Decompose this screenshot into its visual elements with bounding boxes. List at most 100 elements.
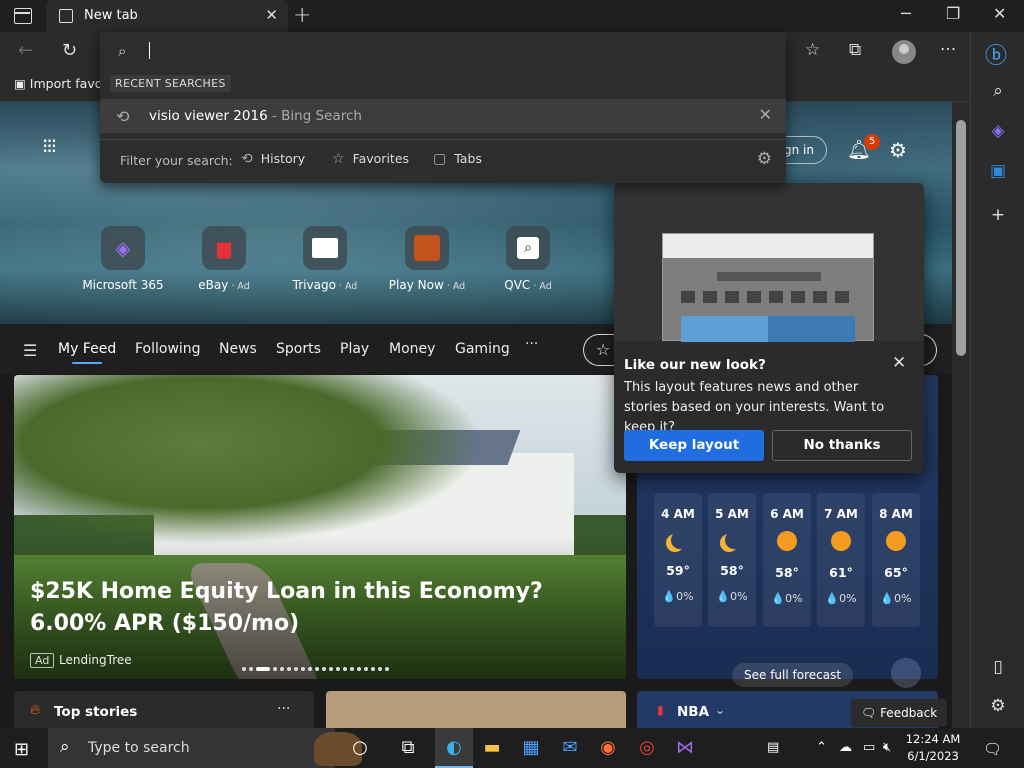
clock-time: 12:24 AM — [905, 732, 961, 746]
collections-icon[interactable]: ⧉ — [849, 40, 861, 60]
quick-link-label: Trivago · Ad — [292, 278, 358, 292]
quick-link-qvc[interactable]: ⌕ QVC · Ad — [485, 226, 571, 292]
search-settings-gear-icon[interactable]: ⚙ — [757, 149, 772, 169]
popup-title: Like our new look? — [624, 357, 766, 373]
feed-tab-sports[interactable]: Sports — [276, 341, 321, 357]
history-icon: ⟲ — [116, 107, 130, 126]
ad-badge: Ad — [30, 653, 55, 668]
search-icon: ⌕ — [118, 42, 127, 60]
suggestion-query: visio viewer 2016 — [149, 108, 268, 124]
feedback-button[interactable]: 🗨︎ Feedback — [851, 699, 948, 727]
keep-layout-button[interactable]: Keep layout — [624, 430, 764, 461]
import-favorites-link[interactable]: ▣ Import favorites — [14, 76, 100, 91]
star-icon: ☆ — [596, 340, 611, 359]
hero-ad-card[interactable]: $25K Home Equity Loan in this Economy? 6… — [14, 375, 626, 679]
feed-tab-money[interactable]: Money — [389, 341, 435, 357]
apps-launcher-icon[interactable]: ⁝⁝⁝ — [42, 136, 57, 156]
store-icon[interactable]: ▦ — [512, 728, 550, 768]
filter-history[interactable]: ⟲ History — [241, 151, 305, 167]
chrome-icon[interactable]: ◎ — [628, 728, 666, 768]
task-view-icon[interactable]: ⧉ — [389, 728, 427, 768]
feedback-label: Feedback — [880, 706, 938, 720]
filter-favorites[interactable]: ☆ Favorites — [332, 151, 409, 167]
history-icon: ⟲ — [241, 151, 253, 167]
windows-taskbar: ⊞ ⌕ Type to search ○ ⧉ ◐ ▬ ▦ ✉ ◉ ◎ ⋈ ▤ ⌃… — [0, 728, 1024, 768]
system-clock[interactable]: 12:24 AM 6/1/2023 — [902, 731, 964, 765]
quick-link-microsoft365[interactable]: ◈ Microsoft 365 — [80, 226, 166, 292]
taskbar-search-box[interactable]: ⌕ Type to search — [48, 728, 362, 768]
tabs-icon: ▢ — [433, 151, 447, 167]
volume-muted-icon[interactable]: 🔇︎ — [883, 740, 891, 755]
restore-button[interactable]: ❐ — [946, 4, 960, 23]
scrollbar-thumb[interactable] — [956, 120, 966, 356]
cortana-icon[interactable]: ○ — [341, 728, 379, 768]
filter-tabs[interactable]: ▢ Tabs — [433, 151, 482, 167]
edge-taskbar-icon[interactable]: ◐ — [435, 728, 473, 768]
feed-tab-following[interactable]: Following — [135, 341, 201, 357]
close-tab-icon[interactable]: ✕ — [265, 6, 278, 24]
onedrive-cloud-icon[interactable]: ☁ — [839, 740, 852, 755]
close-window-button[interactable]: ✕ — [993, 4, 1006, 23]
filter-favorites-label: Favorites — [352, 151, 410, 166]
remove-suggestion-icon[interactable]: ✕ — [759, 105, 772, 124]
firefox-icon[interactable]: ◉ — [589, 728, 627, 768]
network-icon[interactable]: ▭ — [863, 740, 875, 755]
weather-hour: 4 AM 59° 💧0% — [654, 493, 702, 627]
news-widget-icon[interactable]: ▤ — [767, 740, 779, 755]
quick-link-play-now[interactable]: Play Now · Ad — [384, 226, 470, 292]
favorites-icon[interactable]: ☆ — [805, 40, 820, 60]
refresh-button[interactable]: ↻ — [62, 40, 77, 61]
mail-icon[interactable]: ✉ — [551, 728, 589, 768]
outlook-icon[interactable]: ▣ — [988, 161, 1008, 181]
photo-tree — [14, 375, 484, 545]
sidebar-search-icon[interactable]: ⌕ — [988, 81, 1008, 101]
carousel-dots[interactable] — [242, 658, 392, 671]
nba-label: NBA — [677, 704, 710, 720]
scrollbar[interactable] — [952, 102, 970, 728]
quick-link-label: Microsoft 365 — [82, 278, 164, 292]
address-input-caret[interactable] — [149, 42, 150, 59]
notification-center-icon[interactable]: 🗨︎ — [983, 740, 1002, 758]
show-hidden-icons-chevron-icon[interactable]: ⌃ — [816, 740, 827, 755]
feed-tab-gaming[interactable]: Gaming — [455, 341, 510, 357]
new-tab-button[interactable]: + — [293, 3, 311, 28]
moon-icon — [725, 531, 743, 549]
add-app-icon[interactable]: + — [988, 205, 1008, 225]
hide-sidebar-icon[interactable]: ▯ — [988, 657, 1008, 677]
weather-hour: 6 AM 58° 💧0% — [763, 493, 811, 627]
story-image[interactable] — [326, 691, 626, 728]
weather-hour: 8 AM 65° 💧0% — [872, 493, 920, 627]
back-button[interactable]: ← — [18, 40, 33, 61]
hamburger-menu-icon[interactable]: ☰ — [23, 341, 37, 360]
tab-new-tab[interactable]: New tab ✕ — [46, 0, 288, 32]
star-icon: ☆ — [332, 151, 345, 167]
file-explorer-icon[interactable]: ▬ — [473, 728, 511, 768]
profile-avatar[interactable] — [892, 40, 916, 64]
suggestion-text: visio viewer 2016 - Bing Search — [149, 108, 362, 124]
flame-icon: 🔥︎ — [30, 702, 41, 718]
bing-chat-icon[interactable]: ⓑ — [985, 38, 1007, 70]
feed-tab-play[interactable]: Play — [340, 341, 369, 357]
page-settings-gear-icon[interactable]: ⚙ — [889, 138, 907, 162]
tab-actions-icon[interactable] — [14, 8, 32, 24]
visual-studio-icon[interactable]: ⋈ — [666, 728, 704, 768]
microsoft365-icon[interactable]: ◈ — [988, 121, 1008, 141]
minimize-button[interactable]: ─ — [901, 4, 911, 23]
suggestion-row[interactable]: ⟲ visio viewer 2016 - Bing Search ✕ — [100, 99, 786, 133]
more-options-icon[interactable]: ··· — [277, 701, 290, 717]
no-thanks-button[interactable]: No thanks — [772, 430, 912, 461]
quick-link-ebay[interactable]: ▆ eBay · Ad — [181, 226, 267, 292]
close-popup-icon[interactable]: ✕ — [892, 353, 906, 373]
more-menu-icon[interactable]: ··· — [940, 40, 956, 60]
chevron-down-icon[interactable]: ⌄ — [715, 703, 725, 717]
filter-tabs-label: Tabs — [454, 151, 482, 166]
filter-history-label: History — [260, 151, 306, 166]
quick-link-trivago[interactable]: Trivago · Ad — [282, 226, 368, 292]
see-full-forecast-button[interactable]: See full forecast — [732, 663, 854, 687]
feed-tab-news[interactable]: News — [219, 341, 257, 357]
sidebar-settings-gear-icon[interactable]: ⚙ — [988, 696, 1008, 716]
feed-tab-my-feed[interactable]: My Feed — [58, 341, 116, 364]
more-feed-tabs-icon[interactable]: ··· — [525, 336, 538, 352]
hero-headline[interactable]: $25K Home Equity Loan in this Economy? 6… — [30, 576, 620, 640]
start-windows-icon[interactable]: ⊞ — [14, 739, 29, 760]
